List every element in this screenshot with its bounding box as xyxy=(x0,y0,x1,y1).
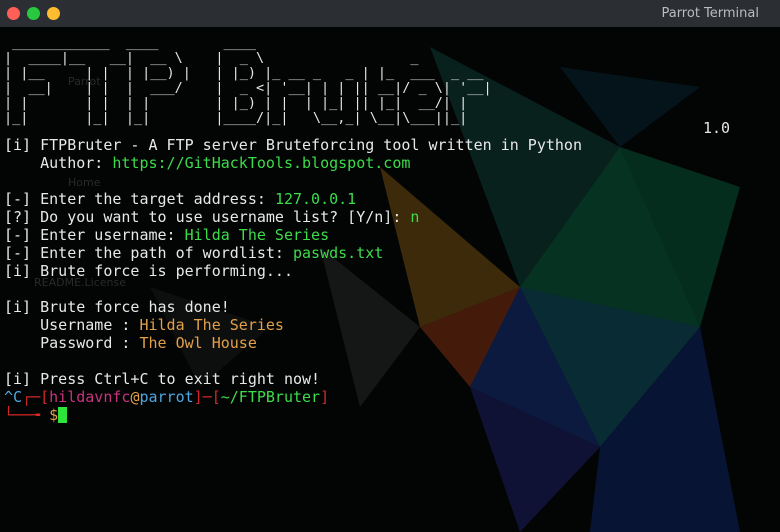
prompt-line: [-] Enter the target address: 127.0.0.1 xyxy=(4,190,356,208)
prompt-text: [-] Enter the target address: xyxy=(4,190,275,208)
prompt-value: paswds.txt xyxy=(292,244,384,262)
username-value: Hilda The Series xyxy=(139,316,284,334)
password-result-line: Password : The Owl House xyxy=(4,334,257,352)
ftpbruter-ascii-banner: ____________ ____ ____ | ____|__ __| __ … xyxy=(4,35,492,126)
password-value: The Owl House xyxy=(139,334,257,352)
prompt-line: [-] Enter username: Hilda The Series xyxy=(4,226,329,244)
interrupt-marker: ^C xyxy=(4,388,23,406)
prompt-corner: └──╼ xyxy=(4,406,50,424)
password-label: Password : xyxy=(4,334,140,352)
prompt-host: parrot xyxy=(139,388,194,406)
prompt-separator: ]─[ xyxy=(193,388,221,406)
author-line: Author: https://GitHackTools.blogspot.co… xyxy=(4,154,410,172)
exit-line: [i] Press Ctrl+C to exit right now! xyxy=(4,370,321,388)
prompt-symbol: $ xyxy=(49,406,59,424)
prompt-line: [-] Enter the path of wordlist: paswds.t… xyxy=(4,244,383,262)
prompt-close-bracket: ] xyxy=(320,388,330,406)
prompt-open-bracket: ┌─[ xyxy=(22,388,50,406)
prompt-text: [-] Enter the path of wordlist: xyxy=(4,244,293,262)
terminal-output[interactable]: ____________ ____ ____ | ____|__ __| __ … xyxy=(0,27,780,532)
command-input-line[interactable]: └──╼ $ xyxy=(4,406,68,424)
prompt-user: hildavnfc xyxy=(49,388,131,406)
username-label: Username : xyxy=(4,316,140,334)
performing-line: [i] Brute force is performing... xyxy=(4,262,293,280)
prompt-text: [-] Enter username: xyxy=(4,226,185,244)
prompt-value: Hilda The Series xyxy=(184,226,330,244)
author-url[interactable]: https://GitHackTools.blogspot.com xyxy=(112,154,410,172)
done-line: [i] Brute force has done! xyxy=(4,298,230,316)
terminal-window: Parrot Terminal Parrot Home README.Licen… xyxy=(0,0,780,532)
info-line: [i] FTPBruter - A FTP server Bruteforcin… xyxy=(4,136,582,154)
username-result-line: Username : Hilda The Series xyxy=(4,316,284,334)
maximize-button[interactable] xyxy=(47,7,60,20)
prompt-text: [?] Do you want to use username list? [Y… xyxy=(4,208,411,226)
window-title: Parrot Terminal xyxy=(661,6,759,21)
version-label: 1.0 xyxy=(703,119,731,137)
prompt-path: ~/FTPBruter xyxy=(220,388,321,406)
shell-prompt-line: ^C┌─[hildavnfc@parrot]─[~/FTPBruter] xyxy=(4,388,329,406)
prompt-line: [?] Do you want to use username list? [Y… xyxy=(4,208,419,226)
prompt-value: n xyxy=(410,208,420,226)
close-button[interactable] xyxy=(7,7,20,20)
text-cursor[interactable] xyxy=(58,407,68,423)
minimize-button[interactable] xyxy=(27,7,40,20)
prompt-value: 127.0.0.1 xyxy=(274,190,357,208)
author-label: Author: xyxy=(4,154,113,172)
title-bar[interactable]: Parrot Terminal xyxy=(0,0,780,27)
